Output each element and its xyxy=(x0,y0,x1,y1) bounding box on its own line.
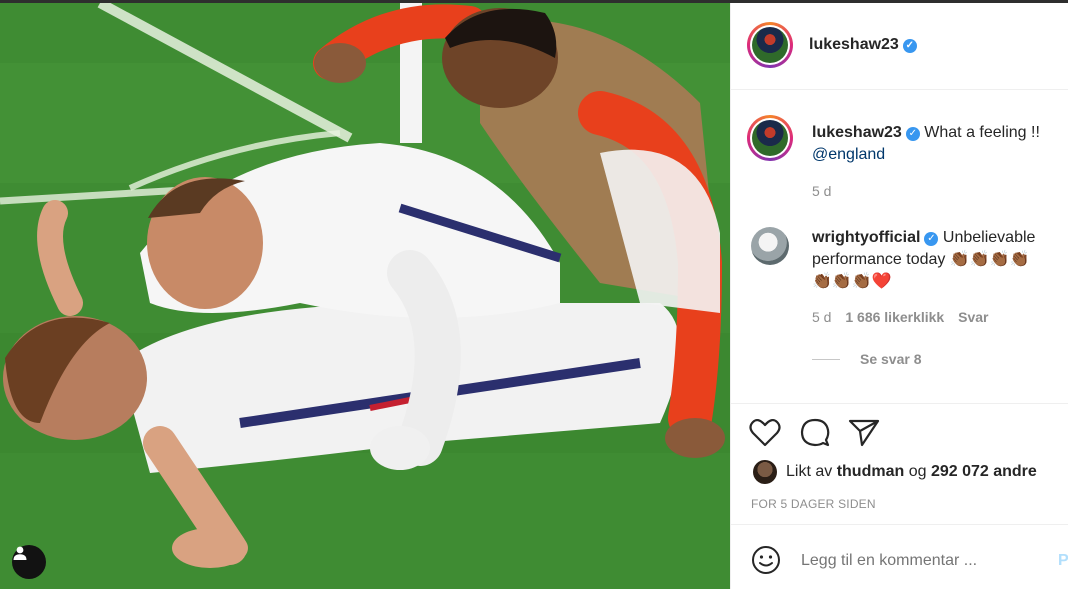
replies-divider xyxy=(812,359,840,360)
smiley-icon[interactable] xyxy=(751,545,781,580)
verified-badge-icon: ✓ xyxy=(924,232,939,246)
comment-username[interactable]: wrightyofficial xyxy=(812,229,920,246)
heart-icon[interactable] xyxy=(749,418,781,453)
comment-composer: P xyxy=(731,524,1068,590)
caption-mention-link[interactable]: @england xyxy=(812,146,885,163)
author-avatar[interactable] xyxy=(747,22,793,68)
post-side-panel: lukeshaw23 ✓ lukeshaw23 ✓ What a feeling !… xyxy=(730,3,1068,589)
comment-likes[interactable]: 1 686 likerklikk xyxy=(845,309,944,325)
post-timestamp[interactable]: FOR 5 DAGER SIDEN xyxy=(751,497,876,511)
comment-age: 5 d xyxy=(812,309,832,325)
likes-summary[interactable]: Likt av thudman og 292 072 andre xyxy=(786,461,1037,483)
tag-person-icon[interactable] xyxy=(12,545,46,579)
view-replies-link[interactable]: Se svar 8 xyxy=(812,351,922,367)
comment-input[interactable] xyxy=(799,545,1043,577)
post-photo[interactable] xyxy=(0,3,730,589)
post-header: lukeshaw23 ✓ xyxy=(731,3,1068,90)
verified-badge-icon: ✓ xyxy=(902,39,917,53)
comment-meta: 5 d 1 686 likerklikk Svar xyxy=(812,309,988,325)
comment-body-line3: 👏🏾👏🏾👏🏾❤️ xyxy=(812,273,892,290)
caption-age: 5 d xyxy=(812,183,832,199)
comment-body-line1: Unbelievable xyxy=(942,229,1036,246)
verified-badge-icon: ✓ xyxy=(905,127,920,141)
post-actions: Likt av thudman og 292 072 andre FOR 5 D… xyxy=(731,403,1068,524)
caption-body: What a feeling !! xyxy=(924,124,1040,141)
post-comment-button[interactable]: P xyxy=(1058,552,1068,570)
caption-username[interactable]: lukeshaw23 xyxy=(812,124,902,141)
caption-text: lukeshaw23 ✓ What a feeling !! @england xyxy=(812,122,1062,166)
reply-button[interactable]: Svar xyxy=(958,309,988,325)
celebration-illustration xyxy=(0,3,730,589)
comment-body-line2: performance today 👏🏾👏🏾👏🏾👏🏾 xyxy=(812,251,1030,268)
comment-text: wrightyofficial ✓ Unbelievable performanc… xyxy=(812,227,1062,293)
paper-plane-icon[interactable] xyxy=(848,418,880,453)
caption-avatar[interactable] xyxy=(747,115,793,161)
author-username[interactable]: lukeshaw23 ✓ xyxy=(809,36,917,54)
liker-avatar[interactable] xyxy=(753,460,777,484)
commenter-avatar[interactable] xyxy=(751,227,789,265)
comment-bubble-icon[interactable] xyxy=(799,417,831,454)
